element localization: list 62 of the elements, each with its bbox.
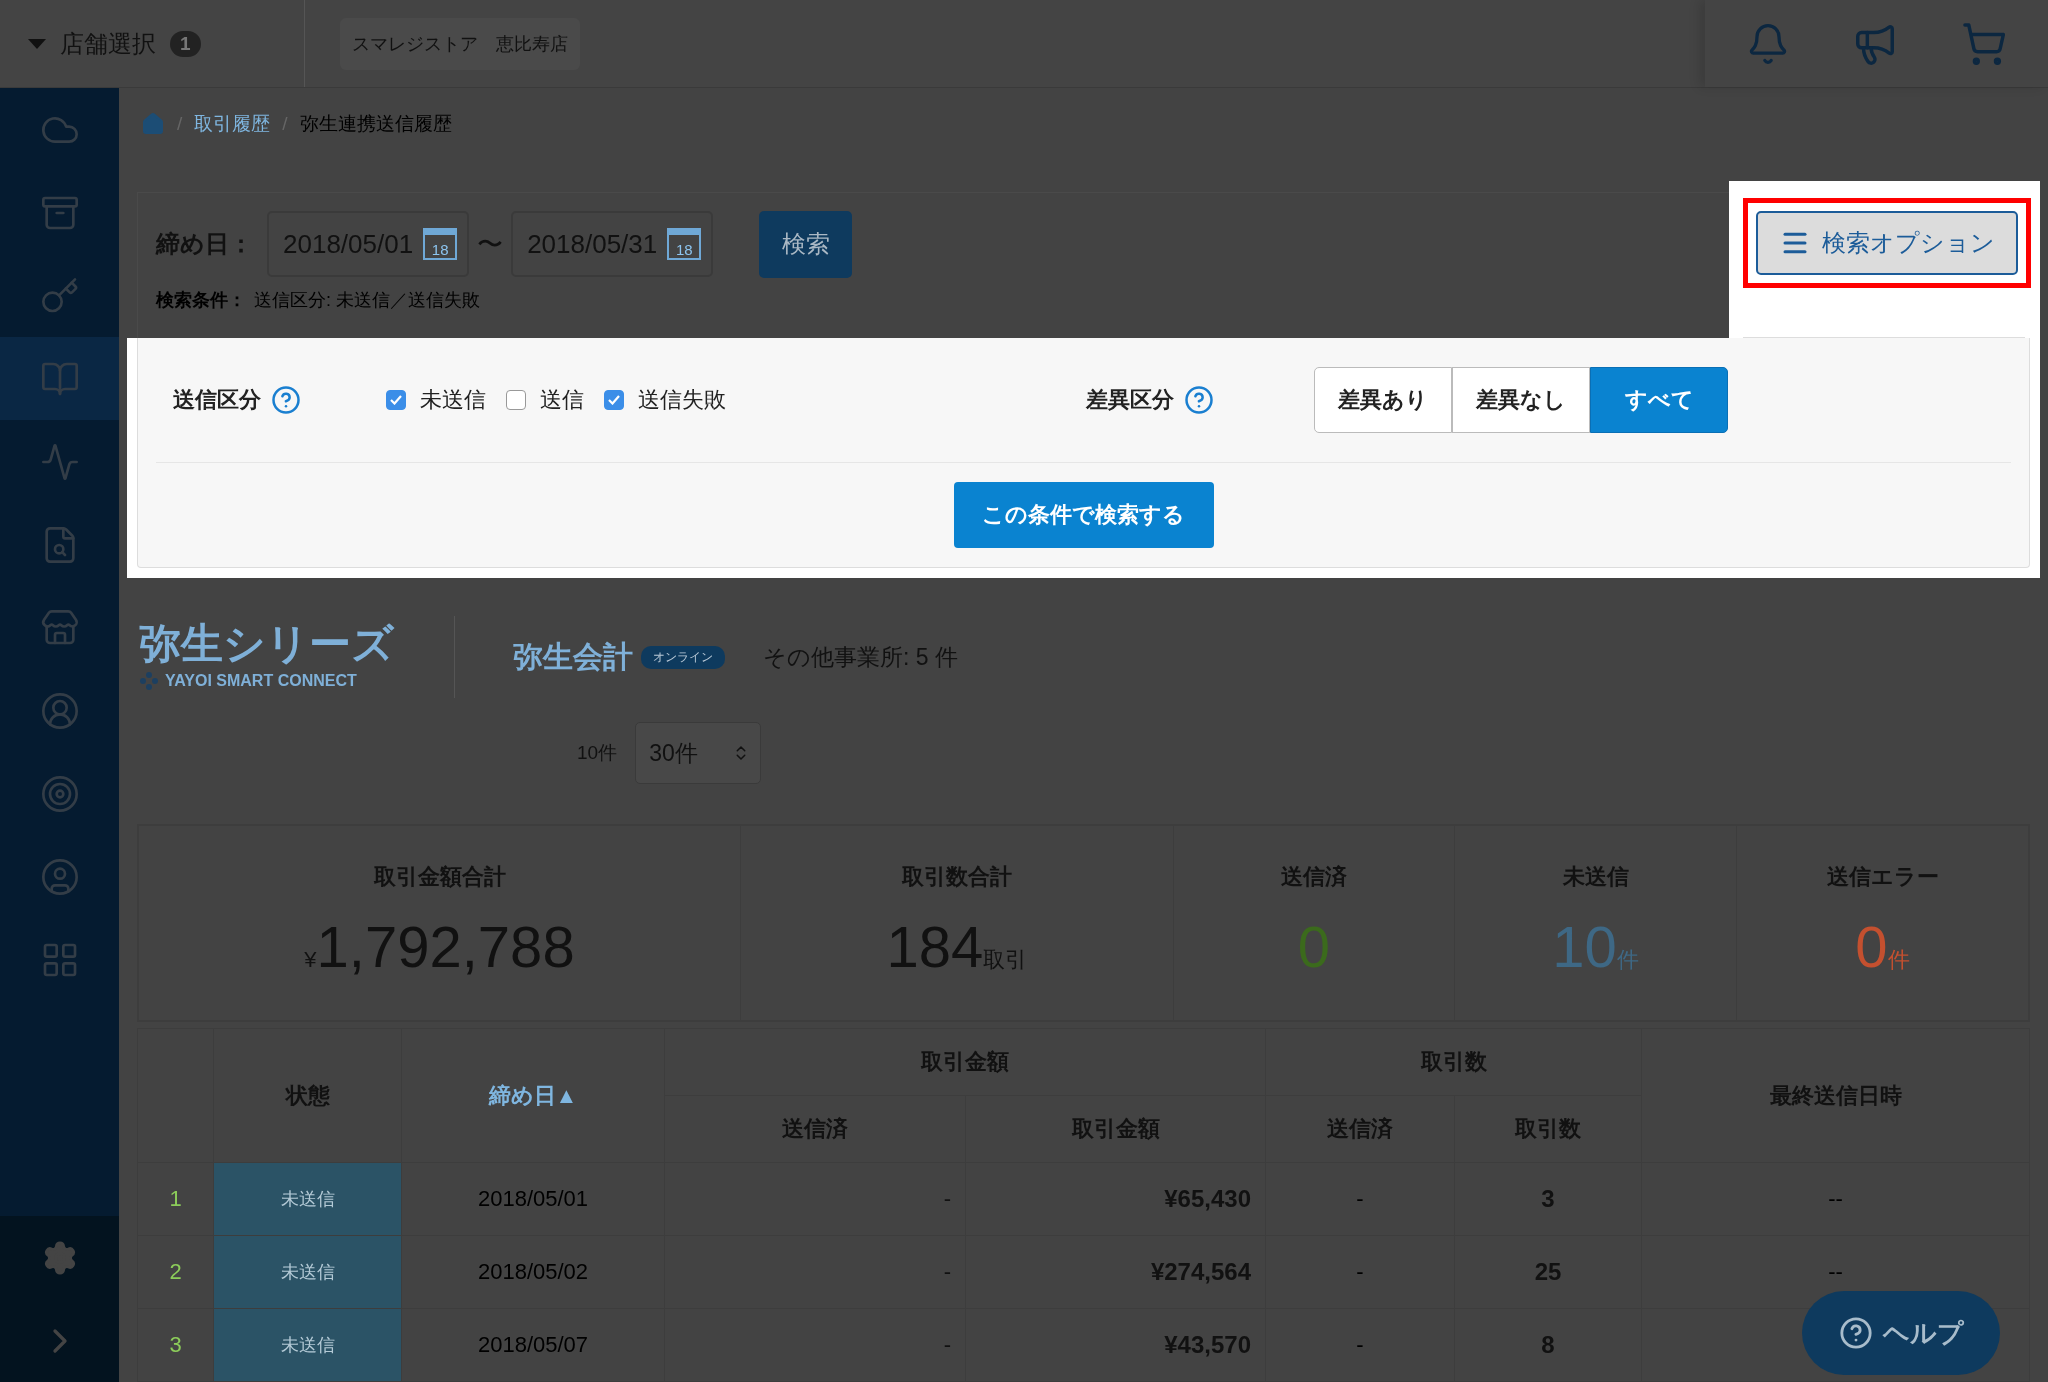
send-type-checkbox[interactable]: 送信 xyxy=(506,384,584,415)
breadcrumb-link[interactable]: 取引履歴 xyxy=(194,111,271,138)
row-number: 1 xyxy=(137,1162,214,1236)
home-icon[interactable] xyxy=(141,112,165,137)
search-button[interactable]: 検索 xyxy=(759,210,853,278)
date-cell: 2018/05/01 xyxy=(401,1162,665,1236)
check-icon xyxy=(608,394,620,405)
date-cell: 2018/05/02 xyxy=(401,1235,665,1309)
table-cell: - xyxy=(1265,1308,1455,1382)
send-type-checkbox[interactable]: 送信失敗 xyxy=(604,384,726,415)
table-cell: - xyxy=(1265,1162,1455,1236)
product-name: 弥生会計 xyxy=(513,638,633,675)
online-badge: オンライン xyxy=(641,645,725,669)
checkbox[interactable] xyxy=(604,389,624,410)
help-icon xyxy=(1838,1316,1873,1350)
apply-search-button[interactable]: この条件で検索する xyxy=(953,481,1214,548)
checkbox[interactable] xyxy=(386,389,406,410)
range-separator: 〜 xyxy=(477,227,504,261)
breadcrumb-current: 弥生連携送信履歴 xyxy=(299,112,452,137)
status-cell: 未送信 xyxy=(213,1162,402,1236)
table-cell: - xyxy=(1265,1235,1455,1309)
sort-column-header[interactable]: 締め日▲ xyxy=(401,1028,665,1163)
help-button[interactable]: ヘルプ xyxy=(1802,1291,2000,1375)
search-conditions: 検索条件： 送信区分: 未送信／送信失敗 xyxy=(156,288,481,312)
status-cell: 未送信 xyxy=(213,1235,402,1309)
help-icon[interactable] xyxy=(271,384,301,415)
store-count-badge: 1 xyxy=(170,30,201,57)
row-number: 3 xyxy=(137,1308,214,1382)
check-icon xyxy=(390,394,402,405)
table-cell: - xyxy=(664,1162,966,1236)
caret-icon[interactable] xyxy=(28,38,46,49)
target-icon xyxy=(39,773,80,814)
user-icon xyxy=(39,856,80,897)
summary-value: 0件 xyxy=(1855,918,1910,977)
difference-toggle[interactable]: 差異あり xyxy=(1314,366,1452,433)
send-type-label: 送信区分 xyxy=(173,385,261,414)
help-icon[interactable] xyxy=(1184,384,1214,415)
date-cell: 2018/05/07 xyxy=(401,1308,665,1382)
flower-icon xyxy=(139,671,159,692)
logo-title: 弥生シリーズ xyxy=(139,623,394,666)
table-cell: - xyxy=(664,1308,966,1382)
logo-subtitle: YAYOI SMART CONNECT xyxy=(139,671,394,692)
search-options-button[interactable]: 検索オプション xyxy=(1756,210,2018,275)
breadcrumb-separator: / xyxy=(177,113,183,136)
summary-value: 10件 xyxy=(1552,918,1639,977)
store-name: スマレジストア 恵比寿店 xyxy=(340,17,580,70)
table-cell: -- xyxy=(1641,1162,2030,1236)
cart-icon[interactable] xyxy=(1960,20,2007,67)
line-chart-icon xyxy=(39,441,80,482)
sidebar-item[interactable] xyxy=(0,337,119,420)
calendar-icon[interactable]: 18 xyxy=(667,228,702,261)
breadcrumb-separator: / xyxy=(282,113,288,136)
status-cell: 未送信 xyxy=(213,1308,402,1382)
checkbox[interactable] xyxy=(506,389,526,410)
calendar-icon[interactable]: 18 xyxy=(423,228,458,261)
send-type-checkbox[interactable]: 未送信 xyxy=(386,384,486,415)
row-number: 2 xyxy=(137,1235,214,1309)
difference-type-label: 差異区分 xyxy=(1086,385,1174,414)
difference-toggle[interactable]: すべて xyxy=(1590,366,1728,433)
difference-toggle[interactable]: 差異なし xyxy=(1452,366,1590,433)
person-badge-icon xyxy=(39,690,80,731)
table-cell: - xyxy=(664,1235,966,1309)
